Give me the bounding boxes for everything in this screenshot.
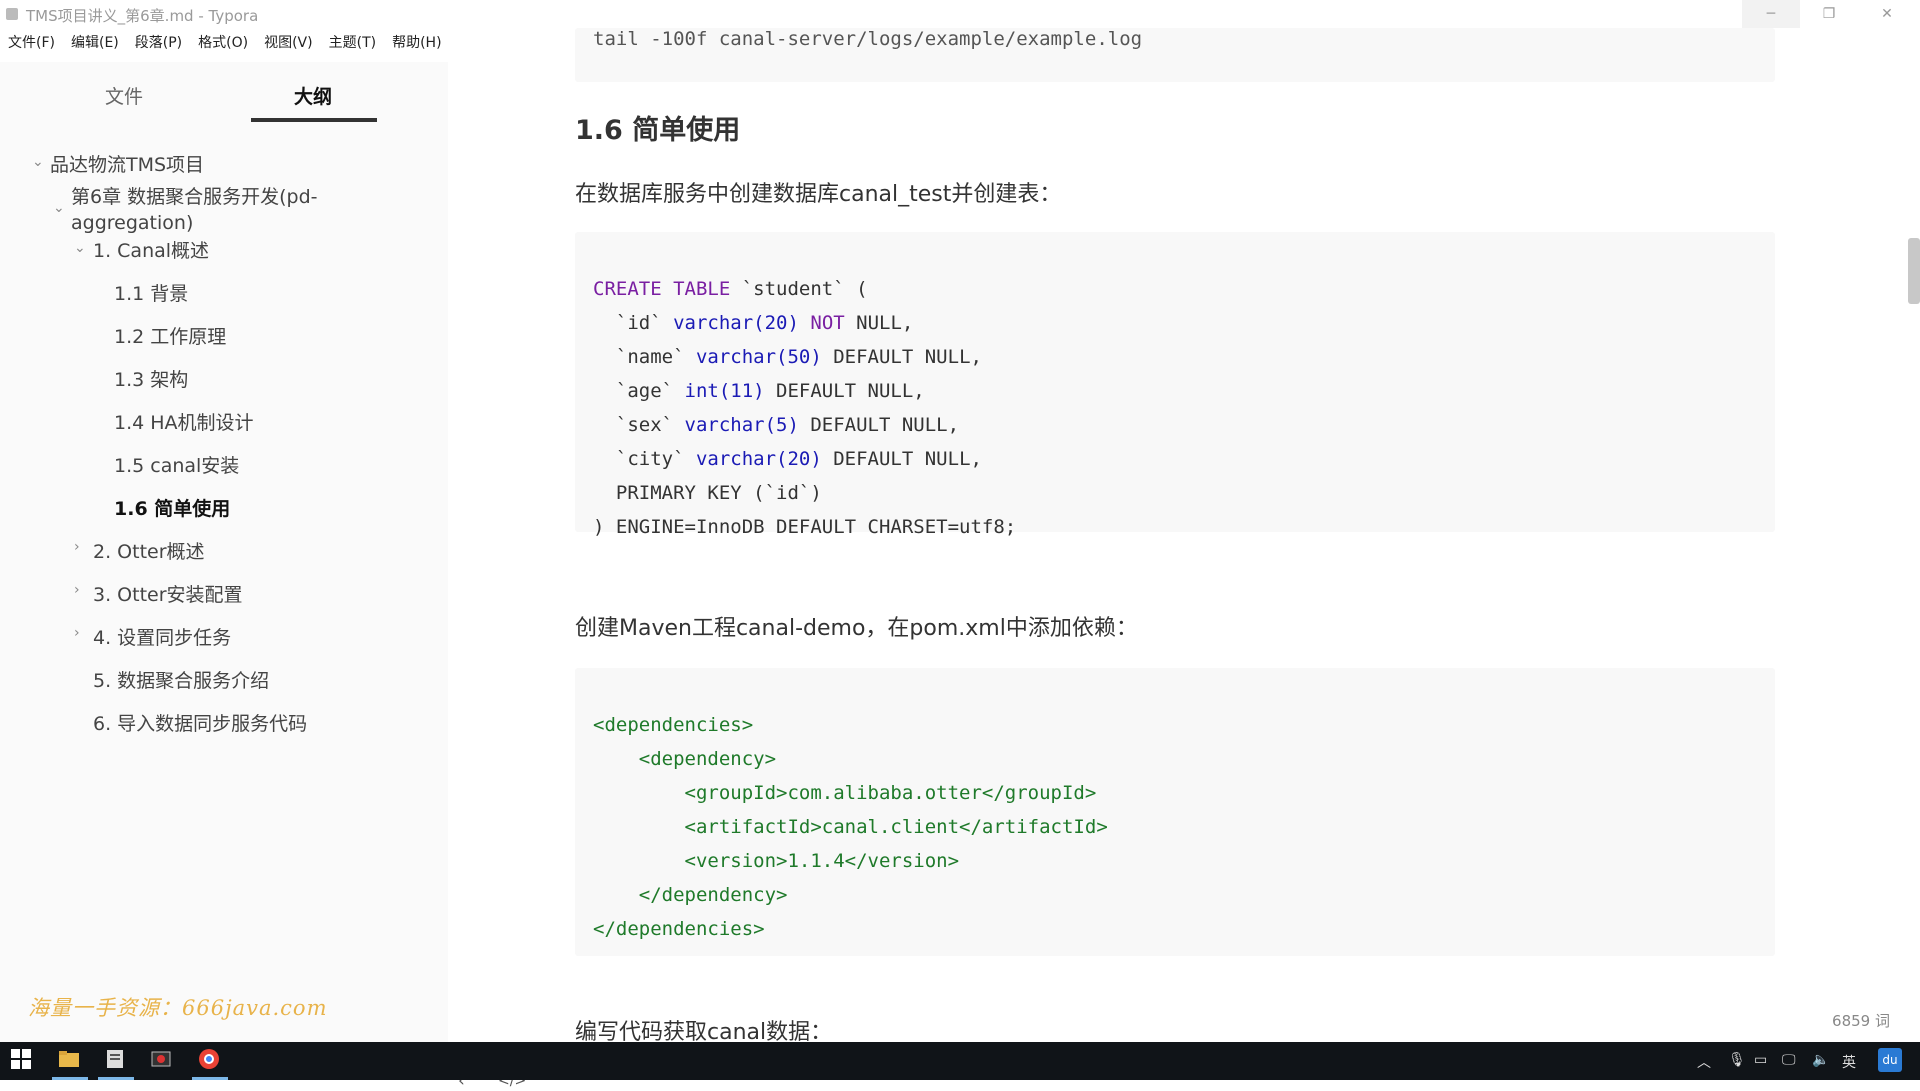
chevron-right-icon[interactable]: › [74, 582, 80, 598]
chrome-browser-icon[interactable] [198, 1048, 224, 1074]
minimize-button[interactable]: ─ [1742, 0, 1800, 28]
chevron-right-icon[interactable]: › [74, 539, 80, 555]
microphone-icon[interactable]: 🎙 [1728, 1052, 1746, 1068]
tab-outline[interactable]: 大纲 [251, 82, 375, 112]
word-count[interactable]: 6859 词 [1832, 1010, 1890, 1031]
outline-item-canal-overview[interactable]: 1. Canal概述 [93, 238, 209, 264]
outline-item-otter-overview[interactable]: 2. Otter概述 [93, 539, 205, 565]
tab-active-indicator [251, 118, 377, 122]
screen-recorder-icon[interactable] [150, 1048, 176, 1074]
xml-code-block[interactable]: <dependencies> <dependency> <groupId>com… [575, 668, 1775, 956]
outline-item-principle[interactable]: 1.2 工作原理 [114, 324, 226, 350]
outline-item-simple-usage[interactable]: 1.6 简单使用 [114, 496, 230, 522]
editor-content[interactable]: tail -100f canal-server/logs/example/exa… [448, 28, 1920, 1042]
code-line: `sex` varchar(5) DEFAULT NULL, [593, 414, 960, 436]
menu-paragraph[interactable]: 段落(P) [127, 32, 190, 54]
outline-item-aggregation-intro[interactable]: 5. 数据聚合服务介绍 [93, 668, 269, 694]
menu-edit[interactable]: 编辑(E) [63, 32, 127, 54]
code-line: <artifactId>canal.client</artifactId> [593, 816, 1108, 838]
maximize-button[interactable]: ❐ [1800, 0, 1858, 28]
typora-taskbar-icon[interactable] [104, 1048, 130, 1074]
code-line: ) ENGINE=InnoDB DEFAULT CHARSET=utf8; [593, 516, 1017, 538]
menu-bar: 文件(F) 编辑(E) 段落(P) 格式(O) 视图(V) 主题(T) 帮助(H… [0, 32, 450, 54]
outline-item-sync-task[interactable]: 4. 设置同步任务 [93, 625, 231, 651]
code-line: <dependency> [593, 748, 777, 770]
tab-files[interactable]: 文件 [62, 82, 186, 112]
volume-icon[interactable]: 🔈 [1812, 1052, 1829, 1068]
xml-code: <dependencies> <dependency> <groupId>com… [593, 674, 1108, 946]
taskbar: ︿ 🎙 ▭ 🖵 🔈 英 du [0, 1042, 1920, 1080]
watermark-text: 海量一手资源：666java.com [28, 996, 328, 1020]
menu-view[interactable]: 视图(V) [256, 32, 321, 54]
sql-code-block[interactable]: CREATE TABLE `student` ( `id` varchar(20… [575, 232, 1775, 538]
outline-item-ha-design[interactable]: 1.4 HA机制设计 [114, 410, 254, 436]
code-line: <dependencies> [593, 714, 754, 736]
section-heading: 1.6 简单使用 [575, 115, 741, 146]
title-bar: TMS项目讲义_第6章.md - Typora ─ ❐ ✕ [0, 0, 1920, 28]
chevron-down-icon[interactable]: ⌄ [74, 240, 86, 256]
outline-item-project[interactable]: 品达物流TMS项目 [50, 152, 204, 178]
file-explorer-icon[interactable] [58, 1048, 84, 1074]
code-line: `age` int(11) DEFAULT NULL, [593, 380, 925, 402]
baidu-input-icon[interactable]: du [1878, 1048, 1902, 1072]
outline-item-import-code[interactable]: 6. 导入数据同步服务代码 [93, 711, 307, 737]
window-title: TMS项目讲义_第6章.md - Typora [26, 7, 259, 25]
outline-item-architecture[interactable]: 1.3 架构 [114, 367, 188, 393]
network-icon[interactable]: 🖵 [1782, 1052, 1796, 1068]
menu-help[interactable]: 帮助(H) [384, 32, 449, 54]
paragraph-write-code: 编写代码获取canal数据： [575, 1020, 833, 1042]
chevron-down-icon[interactable]: ⌄ [32, 154, 44, 170]
paragraph-maven: 创建Maven工程canal-demo，在pom.xml中添加依赖： [575, 616, 1138, 641]
outline-item-chapter6[interactable]: 第6章 数据聚合服务开发(pd- [71, 184, 318, 210]
ime-indicator[interactable]: 英 [1842, 1052, 1856, 1072]
code-line: CREATE TABLE `student` ( [593, 278, 868, 300]
sidebar: 文件 大纲 ⌄ 品达物流TMS项目 ⌄ 第6章 数据聚合服务开发(pd- agg… [0, 62, 526, 1091]
chevron-down-icon[interactable]: ⌄ [53, 200, 65, 216]
outline-item-otter-install[interactable]: 3. Otter安装配置 [93, 582, 243, 608]
chevron-right-icon[interactable]: › [74, 625, 80, 641]
code-line: </dependencies> [593, 918, 765, 940]
code-line: `city` varchar(20) DEFAULT NULL, [593, 448, 982, 470]
battery-icon[interactable]: ▭ [1754, 1052, 1767, 1068]
code-line: tail -100f canal-server/logs/example/exa… [593, 28, 1143, 50]
scrollbar-thumb[interactable] [1908, 238, 1920, 304]
paragraph-create-db: 在数据库服务中创建数据库canal_test并创建表： [575, 182, 1062, 207]
code-line: </dependency> [593, 884, 788, 906]
code-line: PRIMARY KEY (`id`) [593, 482, 822, 504]
code-line: <groupId>com.alibaba.otter</groupId> [593, 782, 1097, 804]
close-button[interactable]: ✕ [1858, 0, 1916, 28]
outline-item-background[interactable]: 1.1 背景 [114, 281, 188, 307]
menu-file[interactable]: 文件(F) [0, 32, 63, 54]
windows-start-icon[interactable] [10, 1048, 36, 1074]
outline-item-canal-install[interactable]: 1.5 canal安装 [114, 453, 239, 479]
code-line: `id` varchar(20) NOT NULL, [593, 312, 914, 334]
code-line: `name` varchar(50) DEFAULT NULL, [593, 346, 982, 368]
menu-format[interactable]: 格式(O) [190, 32, 256, 54]
typora-app-icon [6, 8, 18, 20]
menu-theme[interactable]: 主题(T) [321, 32, 384, 54]
code-block-prev[interactable]: tail -100f canal-server/logs/example/exa… [575, 28, 1775, 82]
code-line: <version>1.1.4</version> [593, 850, 960, 872]
sql-code: CREATE TABLE `student` ( `id` varchar(20… [593, 238, 1016, 544]
outline-item-chapter6-cont[interactable]: aggregation) [71, 210, 193, 236]
tray-chevron-up-icon[interactable]: ︿ [1697, 1052, 1711, 1072]
